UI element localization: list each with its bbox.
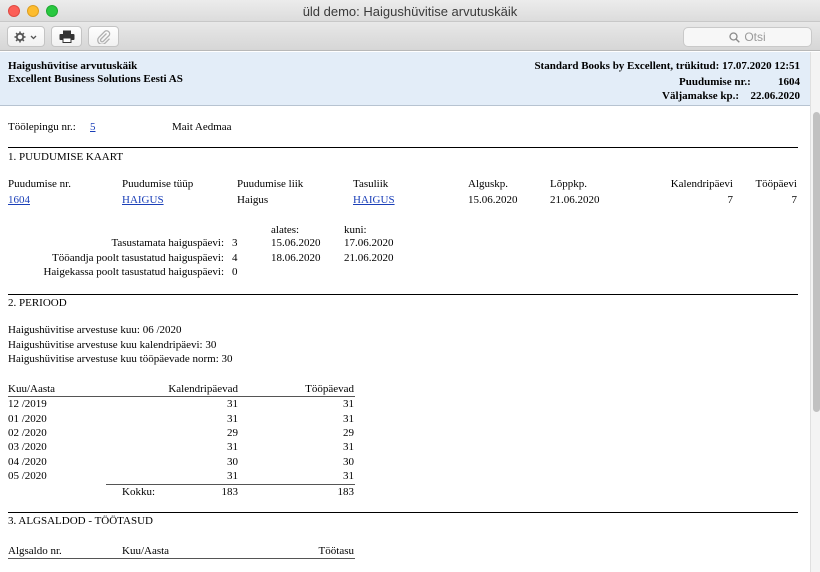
company-name: Excellent Business Solutions Eesti AS [8,73,183,85]
total-rule [106,484,355,485]
total-calendar-days: 183 [221,486,239,498]
period-month: 03 /2020 [8,441,47,453]
report-title: Haigushüvitise arvutuskäik [8,60,138,72]
payout-date-label: Väljamakse kp.: [662,90,740,102]
period-month: 05 /2020 [8,470,47,482]
section1-heading: 1. PUUDUMISE KAART [8,151,124,163]
chevron-down-icon [30,35,37,39]
paperclip-icon [96,29,110,44]
detail-to: 17.06.2020 [344,237,394,249]
detail-value: 4 [232,252,238,264]
col-header: Algsaldo nr. [8,545,62,557]
col-header: Tööpäevad [305,383,354,395]
search-field[interactable]: Otsi [683,27,812,47]
period-month: 02 /2020 [8,427,47,439]
work-days: 7 [791,194,798,206]
section-divider [8,147,798,148]
toolbar: Otsi [0,22,820,51]
employee-name: Mait Aedmaa [172,121,232,133]
col-header: Kalendripäevad [168,383,238,395]
col-header: Puudumise liik [237,178,304,190]
col-header: Lõppkp. [550,178,587,190]
section2-heading: 2. PERIOOD [8,297,67,309]
col-header: Puudumise tüüp [122,178,194,190]
detail-to: 21.06.2020 [344,252,394,264]
title-bar: üld demo: Haigushüvitise arvutuskäik [0,0,820,22]
contract-label: Töölepingu nr.: [8,121,76,133]
absence-kind: Haigus [237,194,269,206]
end-date: 21.06.2020 [550,194,600,206]
actions-menu-button[interactable] [7,26,45,47]
period-work-days: 31 [343,441,354,453]
period-line: Haigushüvitise arvestuse kuu kalendripäe… [8,339,217,351]
period-work-days: 31 [343,470,354,482]
section-divider [8,512,798,513]
section3-heading: 3. ALGSALDOD - TÖÖTASUD [8,515,153,527]
col-header: Töötasu [318,545,354,557]
period-month: 04 /2020 [8,456,47,468]
period-calendar-days: 31 [227,398,238,410]
period-work-days: 31 [343,398,354,410]
detail-label: Haigekassa poolt tasustatud haiguspäevi: [43,266,224,278]
calendar-days: 7 [727,194,734,206]
period-line: Haigushüvitise arvestuse kuu: 06 /2020 [8,324,182,336]
absence-nr-label: Puudumise nr.: [679,76,751,88]
period-work-days: 31 [343,413,354,425]
printed-info: Standard Books by Excellent, trükitud: 1… [534,60,800,72]
col-header: Tasuliik [353,178,389,190]
detail-label: Tasustamata haiguspäevi: [111,237,224,249]
period-calendar-days: 31 [227,413,238,425]
print-button[interactable] [51,26,82,47]
period-line: Haigushüvitise arvestuse kuu tööpäevade … [8,353,233,365]
period-calendar-days: 29 [227,427,238,439]
absence-nr-value: 1604 [778,76,800,88]
table-rule [8,396,355,397]
total-work-days: 183 [337,486,355,498]
period-work-days: 29 [343,427,354,439]
search-placeholder: Otsi [744,30,766,44]
pay-type-link[interactable]: HAIGUS [353,194,395,207]
search-icon [729,31,741,43]
detail-from: 18.06.2020 [271,252,321,264]
detail-value: 3 [232,237,238,249]
period-month: 12 /2019 [8,398,47,410]
to-label: kuni: [344,224,367,236]
detail-label: Tööandja poolt tasustatud haiguspäevi: [52,252,224,264]
col-header: Puudumise nr. [8,178,71,190]
table-rule [8,558,355,559]
attach-button[interactable] [88,26,119,47]
period-calendar-days: 31 [227,441,238,453]
contract-link[interactable]: 5 [90,121,96,134]
col-header: Tööpäevi [755,178,797,190]
from-label: alates: [271,224,300,236]
scrollbar-thumb[interactable] [813,112,820,412]
period-calendar-days: 31 [227,470,238,482]
window-title: üld demo: Haigushüvitise arvutuskäik [302,4,518,19]
col-header: Alguskp. [468,178,509,190]
period-work-days: 30 [343,456,354,468]
col-header: Kalendripäevi [670,178,733,190]
vertical-scrollbar[interactable] [810,52,820,572]
absence-type-link[interactable]: HAIGUS [122,194,164,207]
period-month: 01 /2020 [8,413,47,425]
col-header: Kuu/Aasta [8,383,56,395]
detail-value: 0 [232,266,238,278]
printer-icon [59,30,74,43]
start-date: 15.06.2020 [468,194,518,206]
absence-nr-link[interactable]: 1604 [8,194,30,207]
period-calendar-days: 30 [227,456,238,468]
section-divider [8,294,798,295]
col-header: Kuu/Aasta [122,545,170,557]
gear-icon [14,31,37,42]
detail-from: 15.06.2020 [271,237,321,249]
payout-date-value: 22.06.2020 [750,90,801,102]
